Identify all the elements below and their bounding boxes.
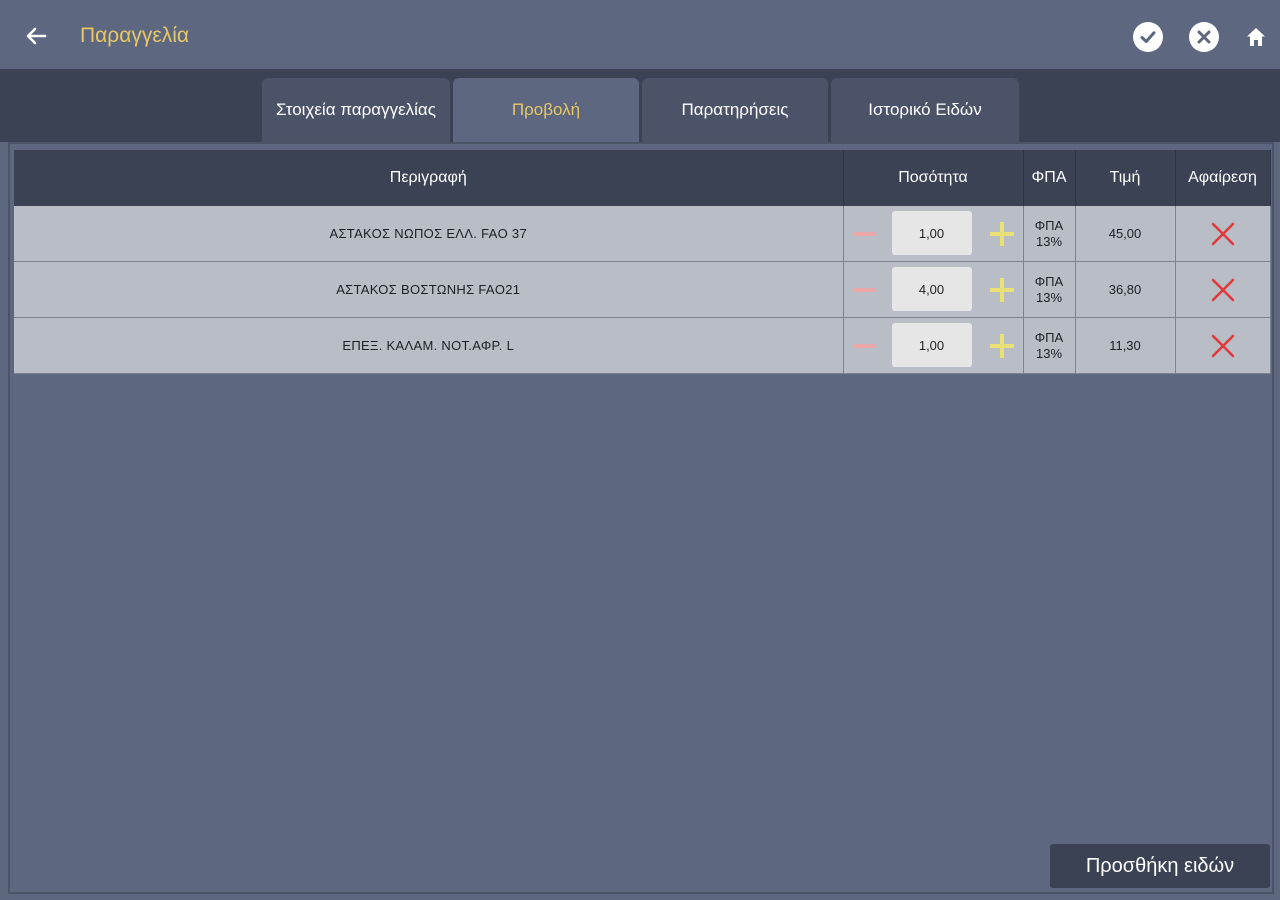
item-description: ΑΣΤΑΚΟΣ ΝΩΠΟΣ ΕΛΛ. FAO 37 xyxy=(14,206,844,262)
home-icon[interactable] xyxy=(1242,22,1270,52)
quantity-field[interactable]: 1,00 xyxy=(891,323,972,367)
table-row: ΕΠΕΞ. ΚΑΛΑΜ. ΝΟΤ.ΑΦΡ. L 1,00 ΦΠΑ 13% 11,3… xyxy=(14,317,1271,374)
column-header-quantity: Ποσότητα xyxy=(843,150,1024,206)
quantity-field[interactable]: 1,00 xyxy=(891,211,972,255)
column-header-remove: Αφαίρεση xyxy=(1175,150,1271,206)
quantity-field[interactable]: 4,00 xyxy=(891,267,972,311)
decrease-minus-icon[interactable] xyxy=(853,281,876,299)
order-items-panel: Περιγραφή Ποσότητα ΦΠΑ Τιμή Αφαίρεση ΑΣΤ… xyxy=(8,142,1274,894)
vat-label: ΦΠΑ xyxy=(1034,217,1064,233)
confirm-check-icon[interactable] xyxy=(1133,22,1163,52)
remove-x-icon[interactable] xyxy=(1176,206,1270,261)
vat-rate: 13% xyxy=(1035,233,1063,249)
item-description: ΕΠΕΞ. ΚΑΛΑΜ. ΝΟΤ.ΑΦΡ. L xyxy=(14,317,844,374)
item-description: ΑΣΤΑΚΟΣ ΒΟΣΤΩΝΗΣ FAO21 xyxy=(14,261,844,318)
vat-label: ΦΠΑ xyxy=(1034,329,1064,345)
remove-x-icon[interactable] xyxy=(1176,318,1270,373)
quantity-cell: 1,00 xyxy=(843,206,1024,262)
quantity-cell: 1,00 xyxy=(843,317,1024,374)
add-items-button[interactable]: Προσθήκη ειδών xyxy=(1050,844,1270,888)
tab-order-details[interactable]: Στοιχεία παραγγελίας xyxy=(262,78,450,142)
remove-x-icon[interactable] xyxy=(1176,262,1270,317)
vat-cell: ΦΠΑ 13% xyxy=(1023,317,1076,374)
page-title: Παραγγελία xyxy=(80,24,190,47)
column-header-vat: ΦΠΑ xyxy=(1023,150,1076,206)
vat-label: ΦΠΑ xyxy=(1034,273,1064,289)
quantity-stepper: 4,00 xyxy=(844,262,1023,317)
vat-cell: ΦΠΑ 13% xyxy=(1023,206,1076,262)
decrease-minus-icon[interactable] xyxy=(853,225,876,243)
vat-rate: 13% xyxy=(1035,345,1063,361)
quantity-stepper: 1,00 xyxy=(844,206,1023,261)
remove-cell xyxy=(1175,317,1271,374)
order-items-table: Περιγραφή Ποσότητα ΦΠΑ Τιμή Αφαίρεση ΑΣΤ… xyxy=(14,150,1271,374)
tab-view[interactable]: Προβολή xyxy=(453,78,639,142)
cancel-close-icon[interactable] xyxy=(1189,22,1219,52)
back-arrow-icon[interactable] xyxy=(22,22,50,50)
decrease-minus-icon[interactable] xyxy=(853,337,876,355)
item-price: 36,80 xyxy=(1075,261,1176,318)
remove-cell xyxy=(1175,206,1271,262)
column-header-description: Περιγραφή xyxy=(14,150,844,206)
tab-bar: Στοιχεία παραγγελίας Προβολή Παρατηρήσει… xyxy=(0,72,1280,142)
app-bar: Παραγγελία xyxy=(0,0,1280,72)
increase-plus-icon[interactable] xyxy=(989,222,1014,246)
quantity-cell: 4,00 xyxy=(843,261,1024,318)
vat-cell: ΦΠΑ 13% xyxy=(1023,261,1076,318)
item-price: 11,30 xyxy=(1075,317,1176,374)
table-header-row: Περιγραφή Ποσότητα ΦΠΑ Τιμή Αφαίρεση xyxy=(14,150,1271,206)
increase-plus-icon[interactable] xyxy=(989,278,1014,302)
item-price: 45,00 xyxy=(1075,206,1176,262)
remove-cell xyxy=(1175,261,1271,318)
increase-plus-icon[interactable] xyxy=(989,334,1014,358)
vat-rate: 13% xyxy=(1035,289,1063,305)
table-row: ΑΣΤΑΚΟΣ ΝΩΠΟΣ ΕΛΛ. FAO 37 1,00 ΦΠΑ 13% 45… xyxy=(14,206,1271,262)
table-row: ΑΣΤΑΚΟΣ ΒΟΣΤΩΝΗΣ FAO21 4,00 ΦΠΑ 13% 36,80 xyxy=(14,261,1271,318)
tab-item-history[interactable]: Ιστορικό Ειδών xyxy=(831,78,1019,142)
column-header-price: Τιμή xyxy=(1075,150,1176,206)
tab-notes[interactable]: Παρατηρήσεις xyxy=(642,78,828,142)
quantity-stepper: 1,00 xyxy=(844,318,1023,373)
